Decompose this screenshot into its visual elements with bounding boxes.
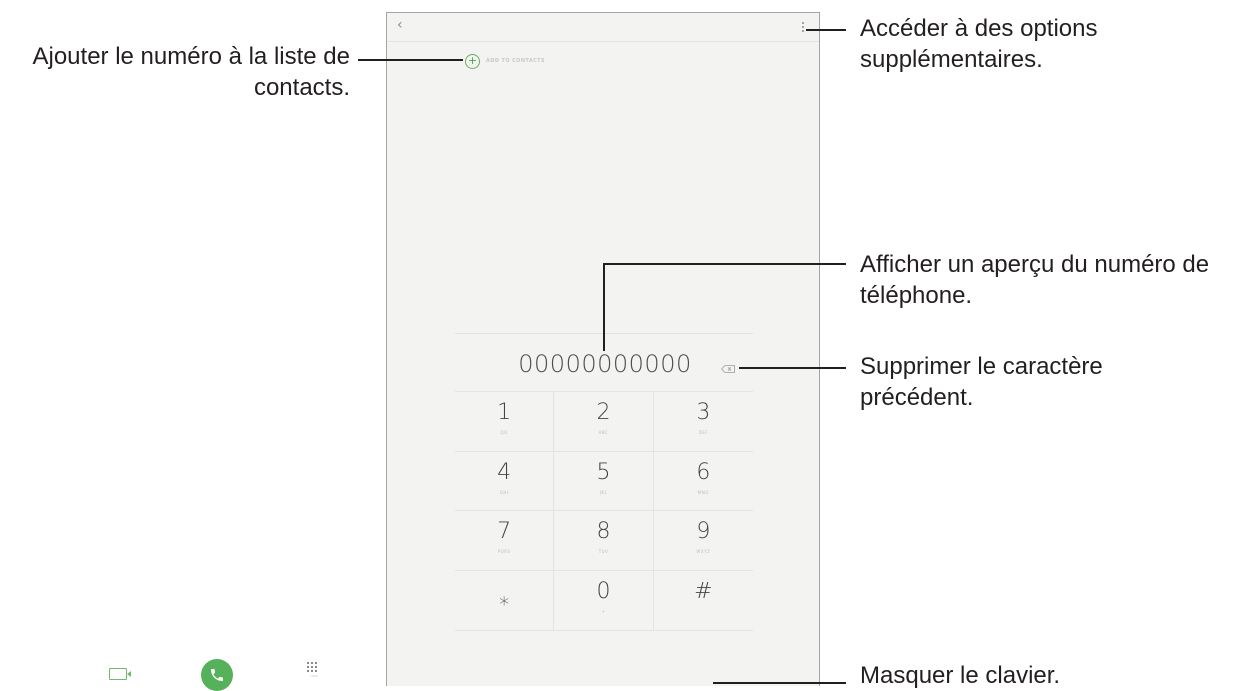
dial-keypad: 1 QO 2 ABC 3 DEF 4 GHI 5 JKL 6 MNO 7 PQRS 8 TUV …: [455, 391, 753, 631]
key-digit: 8: [596, 519, 611, 544]
callout-line-more-options: [806, 29, 846, 31]
key-letters: ABC: [598, 430, 609, 435]
key-0[interactable]: 0 +: [554, 570, 654, 630]
keypad-icon: [307, 662, 321, 672]
key-digit: 6: [696, 459, 711, 485]
backspace-icon[interactable]: [721, 365, 735, 373]
more-options-icon[interactable]: [802, 22, 805, 34]
key-digit: 4: [497, 459, 512, 485]
key-3[interactable]: 3 DEF: [653, 392, 753, 452]
callout-hide-keypad: Masquer le clavier.: [860, 662, 1061, 689]
chevron-left-icon[interactable]: ‹: [397, 16, 403, 34]
key-letters: WXYZ: [696, 549, 711, 554]
phone-number-display: 00000000000: [518, 350, 692, 378]
key-2[interactable]: 2 ABC: [554, 392, 654, 452]
plus-circle-icon: +: [465, 53, 480, 69]
key-7[interactable]: 7 PQRS: [455, 511, 555, 571]
key-letters: DEF: [698, 430, 709, 435]
add-to-contacts-button[interactable]: + ADD TO CONTACTS: [465, 53, 545, 69]
key-letters: PQRS: [497, 549, 511, 554]
callout-preview-number: Afficher un aperçu du numéro de téléphon…: [860, 251, 1210, 309]
callout-line-preview-vertical: [603, 263, 605, 351]
key-letters: MNO: [697, 489, 709, 495]
callout-delete-char: Supprimer le caractère précédent.: [860, 353, 1103, 411]
key-letters: QO: [500, 430, 508, 435]
key-4[interactable]: 4 GHI: [455, 451, 555, 511]
key-1[interactable]: 1 QO: [455, 392, 555, 452]
callout-line-hide-keypad: [713, 682, 846, 684]
key-9[interactable]: 9 WXYZ: [653, 511, 753, 571]
key-letters: GHI: [499, 489, 509, 495]
key-digit: 3: [696, 400, 711, 425]
add-to-contacts-label: ADD TO CONTACTS: [486, 58, 545, 64]
key-star[interactable]: ⁎: [455, 570, 555, 630]
callout-line-preview-horizontal: [603, 263, 846, 265]
phone-call-icon: [211, 669, 223, 681]
hide-keypad-label: HIDE: [310, 674, 318, 678]
key-digit: 9: [696, 519, 711, 544]
key-digit: #: [694, 578, 713, 604]
key-digit: 2: [596, 400, 611, 425]
hide-keypad-button[interactable]: HIDE: [307, 662, 321, 678]
callout-more-options: Accéder à des options supplémentaires.: [860, 15, 1098, 73]
callout-add-contact: Ajouter le numéro à la liste de contacts…: [32, 43, 350, 101]
key-digit: 0: [596, 578, 611, 604]
key-digit: 7: [497, 519, 512, 544]
key-letters: +: [601, 608, 606, 614]
top-bar: ‹: [387, 13, 819, 42]
callout-line-delete-char: [739, 367, 846, 369]
video-call-icon[interactable]: [109, 668, 131, 680]
key-6[interactable]: 6 MNO: [653, 452, 753, 511]
key-hash[interactable]: #: [654, 571, 753, 631]
key-5[interactable]: 5 JKL: [554, 451, 654, 511]
call-button[interactable]: [201, 659, 233, 691]
key-letters: TUV: [598, 549, 609, 554]
key-digit: 1: [497, 400, 512, 425]
key-digit: ⁎: [499, 585, 510, 610]
key-letters: JKL: [599, 489, 608, 495]
key-digit: 5: [596, 459, 611, 485]
callout-line-add-contact: [358, 59, 463, 61]
key-8[interactable]: 8 TUV: [554, 511, 654, 571]
